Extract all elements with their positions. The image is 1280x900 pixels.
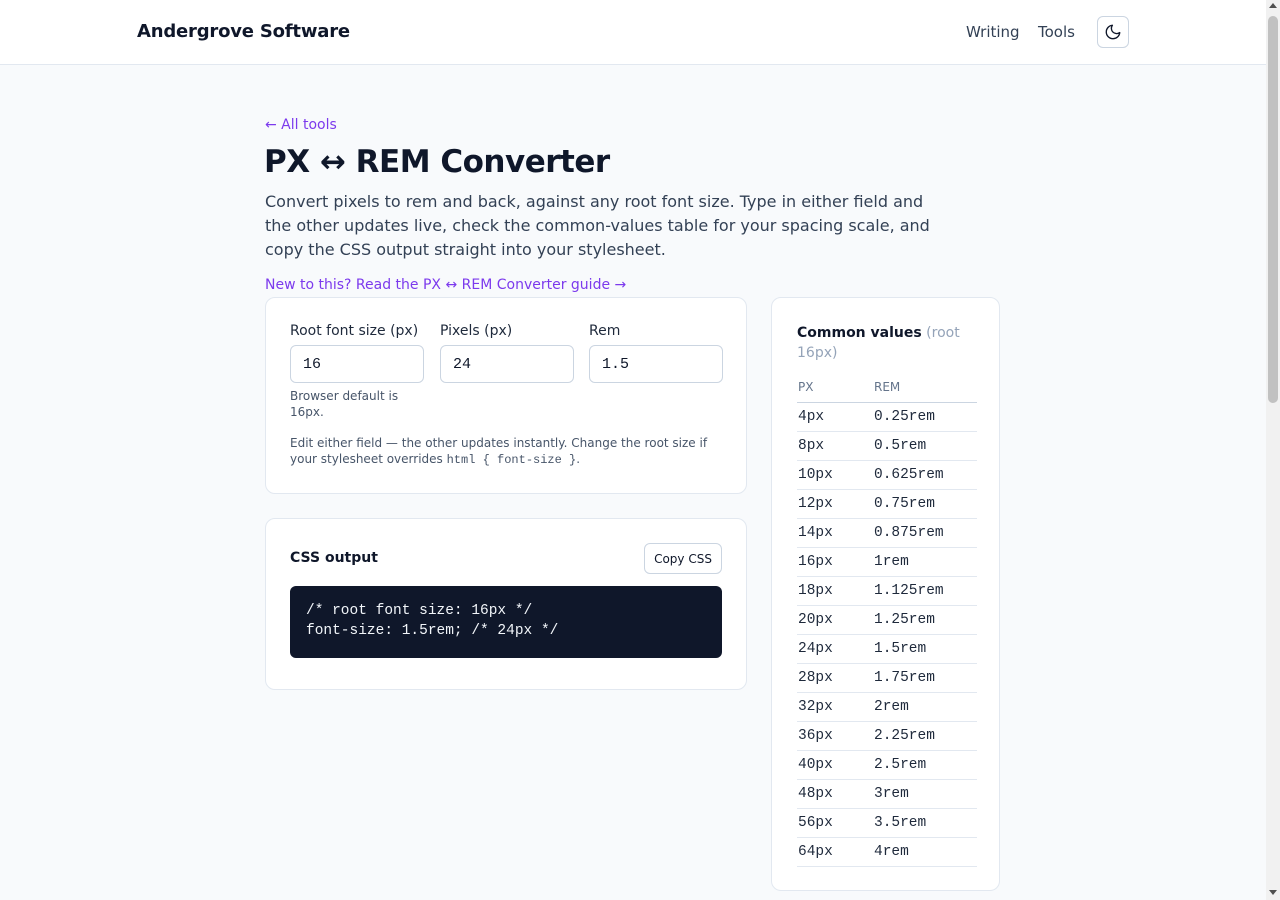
rem-value: 3.5rem — [874, 815, 927, 831]
converter-note: Edit either field — the other updates in… — [290, 435, 730, 468]
px-value: 48px — [798, 786, 833, 802]
table-row: 14px 0.875rem — [797, 519, 977, 548]
page-lead: Convert pixels to rem and back, against … — [265, 192, 930, 259]
px-value: 16px — [798, 554, 833, 570]
px-value: 12px — [798, 496, 833, 512]
px-value: 14px — [798, 525, 833, 541]
theme-toggle-button[interactable] — [1097, 16, 1129, 48]
px-value: 56px — [798, 815, 833, 831]
px-value: 40px — [798, 757, 833, 773]
css-code-block[interactable]: /* root font size: 16px */ font-size: 1.… — [290, 586, 722, 658]
table-row: 18px 1.125rem — [797, 577, 977, 606]
table-row: 56px 3.5rem — [797, 809, 977, 838]
rem-field: Rem — [589, 323, 723, 383]
rem-value: 1.5rem — [874, 641, 927, 657]
common-values-card: Common values (root 16px) PX REM 4px 0.25… — [771, 297, 1000, 891]
page-scrollbar[interactable] — [1266, 0, 1280, 900]
css-output-title: CSS output — [290, 550, 378, 566]
px-value: 36px — [798, 728, 833, 744]
rem-label: Rem — [589, 323, 621, 339]
guide-link[interactable]: New to this? Read the PX ↔ REM Converter… — [265, 277, 626, 293]
table-row: 20px 1.25rem — [797, 606, 977, 635]
px-value: 4px — [798, 409, 825, 425]
table-row: 64px 4rem — [797, 838, 977, 867]
px-value: 64px — [798, 844, 833, 860]
rem-value: 1.25rem — [874, 612, 935, 628]
rem-value: 2.25rem — [874, 728, 935, 744]
px-value: 32px — [798, 699, 833, 715]
rem-value: 3rem — [874, 786, 909, 802]
column-header-rem: REM — [874, 380, 901, 394]
px-value: 10px — [798, 467, 833, 483]
px-value: 18px — [798, 583, 833, 599]
brand-name[interactable]: Andergrove Software — [137, 21, 350, 42]
pixels-input[interactable] — [440, 345, 574, 383]
table-row: 12px 0.75rem — [797, 490, 977, 519]
css-output-card: CSS output Copy CSS /* root font size: 1… — [265, 518, 747, 690]
root-size-label: Root font size (px) — [290, 323, 419, 339]
rem-value: 4rem — [874, 844, 909, 860]
table-row: 10px 0.625rem — [797, 461, 977, 490]
note-code: html { font-size } — [446, 453, 577, 467]
table-row: 40px 2.5rem — [797, 751, 977, 780]
pixels-label: Pixels (px) — [440, 323, 513, 339]
moon-icon — [1105, 24, 1121, 40]
px-value: 8px — [798, 438, 825, 454]
nav-link-tools[interactable]: Tools — [1038, 23, 1075, 41]
rem-value: 0.5rem — [874, 438, 927, 454]
rem-value: 2rem — [874, 699, 909, 715]
root-size-field: Root font size (px) — [290, 323, 424, 383]
table-row: 24px 1.5rem — [797, 635, 977, 664]
table-row: 36px 2.25rem — [797, 722, 977, 751]
table-row: 32px 2rem — [797, 693, 977, 722]
rem-value: 0.625rem — [874, 467, 944, 483]
table-header: PX REM — [797, 380, 977, 403]
table-row: 28px 1.75rem — [797, 664, 977, 693]
rem-input[interactable] — [589, 345, 723, 383]
rem-value: 1.75rem — [874, 670, 935, 686]
page-title: PX ↔ REM Converter — [264, 144, 610, 180]
scroll-up-arrow-icon[interactable] — [1269, 3, 1277, 8]
scroll-down-arrow-icon[interactable] — [1269, 890, 1277, 895]
rem-value: 2.5rem — [874, 757, 927, 773]
column-header-px: PX — [798, 380, 814, 394]
note-end: . — [576, 452, 581, 466]
table-row: 4px 0.25rem — [797, 403, 977, 432]
table-row: 8px 0.5rem — [797, 432, 977, 461]
scrollbar-thumb[interactable] — [1268, 16, 1278, 403]
px-value: 20px — [798, 612, 833, 628]
common-values-heading: Common values (root 16px) — [797, 323, 977, 363]
px-value: 28px — [798, 670, 833, 686]
common-values-title: Common values — [797, 325, 922, 341]
rem-value: 0.25rem — [874, 409, 935, 425]
top-navbar: Andergrove Software Writing Tools — [0, 0, 1266, 65]
converter-card: Root font size (px) Pixels (px) Rem Brow… — [265, 297, 747, 494]
rem-value: 0.75rem — [874, 496, 935, 512]
table-row: 48px 3rem — [797, 780, 977, 809]
copy-css-button[interactable]: Copy CSS — [644, 543, 722, 574]
table-row: 16px 1rem — [797, 548, 977, 577]
back-to-tools-link[interactable]: ← All tools — [265, 117, 337, 133]
rem-value: 1.125rem — [874, 583, 944, 599]
pixels-field: Pixels (px) — [440, 323, 574, 383]
rem-value: 1rem — [874, 554, 909, 570]
px-value: 24px — [798, 641, 833, 657]
common-values-rows: 4px 0.25rem 8px 0.5rem 10px 0.625rem 12px 0.75r… — [797, 403, 977, 867]
rem-value: 0.875rem — [874, 525, 944, 541]
root-size-input[interactable] — [290, 345, 424, 383]
root-size-hint: Browser default is 16px. — [290, 389, 399, 419]
nav-link-writing[interactable]: Writing — [966, 23, 1020, 41]
